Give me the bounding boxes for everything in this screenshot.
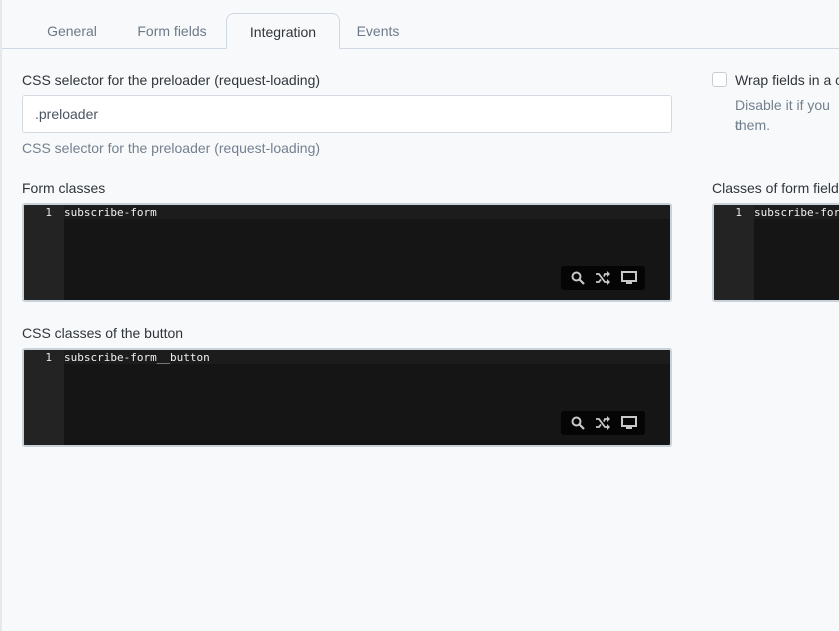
wrap-fields-help-line-2: them. [735, 117, 771, 133]
form-classes-label: Form classes [22, 180, 106, 196]
monitor-icon[interactable] [620, 414, 638, 432]
code-line[interactable]: subscribe-form [64, 206, 157, 219]
tab-bar: General Form fields Integration Events [0, 0, 839, 49]
tab-form-fields[interactable]: Form fields [124, 13, 220, 49]
preloader-help-text: CSS selector for the preloader (request-… [22, 140, 321, 156]
editor-toolbar [561, 411, 645, 435]
tab-events[interactable]: Events [346, 13, 410, 49]
editor-gutter [24, 350, 64, 445]
code-line[interactable]: subscribe-form__button [64, 351, 210, 364]
left-border [0, 0, 2, 631]
shuffle-icon[interactable] [594, 414, 612, 432]
line-number: 1 [735, 206, 742, 219]
editor-toolbar [561, 266, 645, 290]
monitor-icon[interactable] [620, 269, 638, 287]
tab-integration[interactable]: Integration [226, 13, 340, 49]
search-icon[interactable] [569, 269, 587, 287]
button-classes-editor[interactable]: 1 subscribe-form__button [22, 348, 672, 447]
tab-general[interactable]: General [34, 13, 110, 49]
editor-gutter [24, 205, 64, 300]
search-icon[interactable] [569, 414, 587, 432]
preloader-selector-input[interactable] [22, 95, 672, 133]
wrap-fields-checkbox[interactable] [712, 72, 727, 87]
wrap-fields-label: Wrap fields in a c [735, 72, 839, 88]
shuffle-icon[interactable] [594, 269, 612, 287]
line-number: 1 [45, 206, 52, 219]
line-number: 1 [45, 351, 52, 364]
field-classes-editor[interactable]: 1 subscribe-for [712, 203, 839, 302]
field-classes-label: Classes of form fields [712, 180, 839, 196]
form-classes-editor[interactable]: 1 subscribe-form [22, 203, 672, 302]
code-line[interactable]: subscribe-for [754, 206, 839, 219]
editor-gutter [714, 205, 754, 300]
preloader-label: CSS selector for the preloader (request-… [22, 72, 321, 88]
button-classes-label: CSS classes of the button [22, 325, 184, 341]
